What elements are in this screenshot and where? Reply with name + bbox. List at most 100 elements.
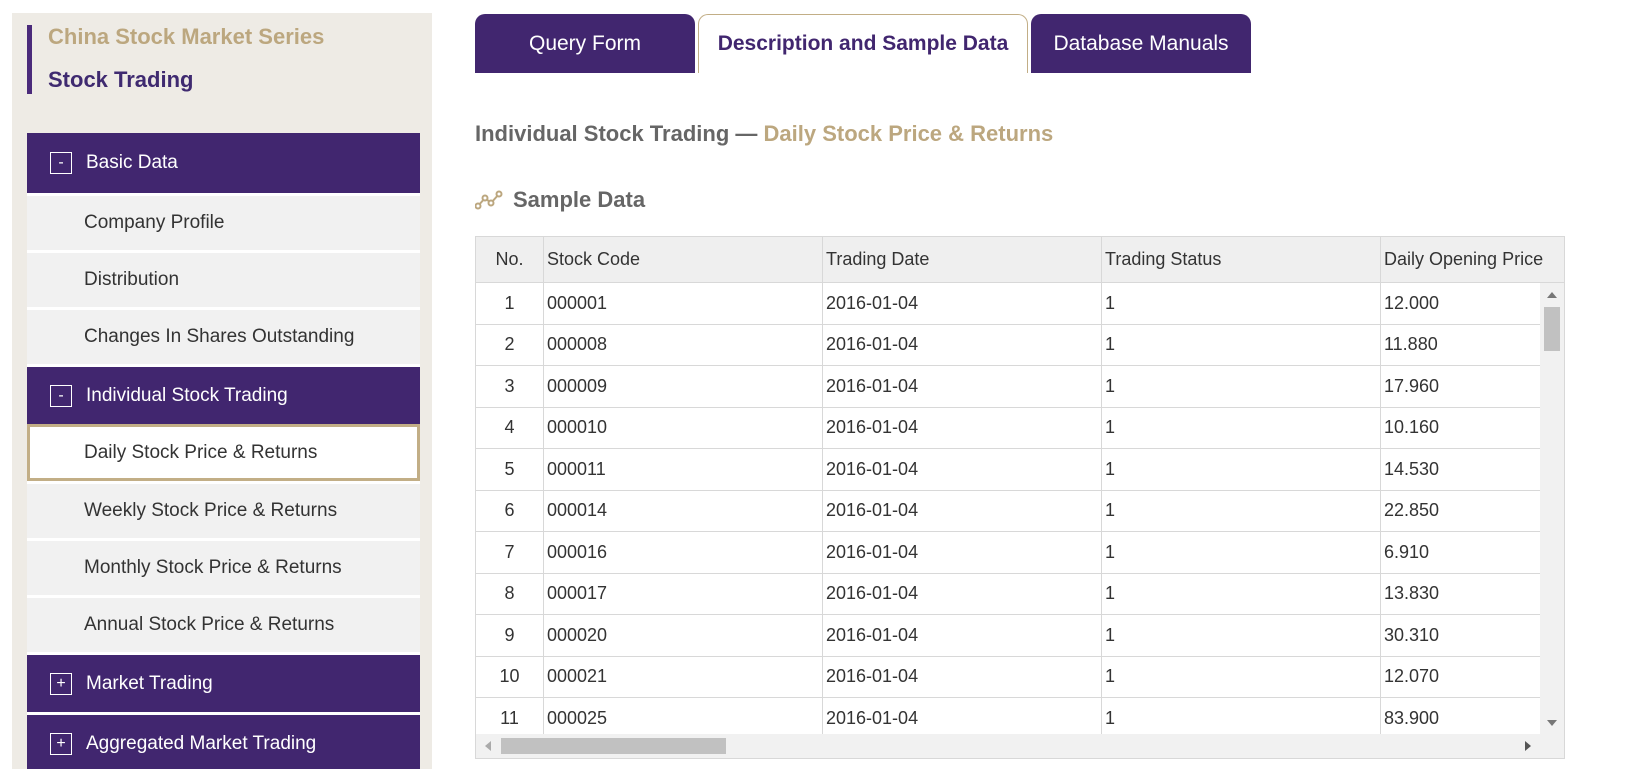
- sidebar-item-changes-in-shares[interactable]: Changes In Shares Outstanding: [27, 307, 420, 364]
- collapse-icon[interactable]: -: [50, 384, 72, 407]
- sidebar-item-distribution[interactable]: Distribution: [27, 250, 420, 307]
- table-cell: 000001: [544, 283, 823, 324]
- table-cell: 000014: [544, 490, 823, 531]
- table-cell: 2016-01-04: [823, 615, 1102, 656]
- table-cell: 4: [476, 407, 544, 448]
- horizontal-scrollbar[interactable]: [476, 734, 1564, 758]
- table-row: 7 000016 2016-01-04 1 6.910: [476, 532, 1540, 574]
- vertical-scroll-thumb[interactable]: [1544, 307, 1560, 351]
- table-cell: 10: [476, 656, 544, 697]
- table-body[interactable]: 1 000001 2016-01-04 1 12.000 2 000008 2016-01-0…: [476, 283, 1540, 735]
- column-header-no: No.: [476, 237, 544, 282]
- tab-database-manuals[interactable]: Database Manuals: [1031, 14, 1251, 73]
- table-cell: 000016: [544, 532, 823, 573]
- table-cell: 12.070: [1384, 666, 1440, 687]
- table-cell: 000009: [544, 366, 823, 407]
- menu-group-basic-data[interactable]: - Basic Data: [27, 133, 420, 193]
- vertical-scrollbar[interactable]: [1540, 283, 1564, 735]
- table-cell: 1: [1102, 490, 1381, 531]
- table-row: 2 000008 2016-01-04 1 11.880: [476, 324, 1540, 366]
- series-accent-bar: [27, 25, 32, 94]
- table-cell: 13.830: [1384, 583, 1440, 604]
- scroll-up-icon[interactable]: [1547, 292, 1557, 298]
- column-header-stock-code: Stock Code: [544, 237, 823, 282]
- trend-line-icon: [475, 190, 503, 210]
- scroll-left-icon[interactable]: [485, 741, 491, 751]
- table-cell: 22.850: [1384, 500, 1440, 521]
- table-cell: 000025: [544, 698, 823, 735]
- collapse-icon[interactable]: -: [50, 152, 72, 174]
- table-cell: 2016-01-04: [823, 283, 1102, 324]
- column-header-daily-opening-price: Daily Opening Price: [1384, 249, 1544, 269]
- table-header: No. Stock Code Trading Date Trading Stat…: [476, 237, 1564, 283]
- series-title[interactable]: China Stock Market Series: [48, 24, 324, 50]
- expand-icon[interactable]: +: [50, 732, 72, 755]
- tab-description-sample-data[interactable]: Description and Sample Data: [698, 14, 1028, 73]
- tab-query-form[interactable]: Query Form: [475, 14, 695, 73]
- table-cell: 1: [1102, 615, 1381, 656]
- horizontal-scroll-thumb[interactable]: [501, 738, 726, 754]
- table-cell: 1: [1102, 532, 1381, 573]
- expand-icon[interactable]: +: [50, 672, 72, 695]
- table-cell: 000008: [544, 324, 823, 365]
- page-title-prefix: Individual Stock Trading —: [475, 121, 758, 146]
- sidebar-item-annual-stock-price[interactable]: Annual Stock Price & Returns: [27, 595, 420, 652]
- sample-data-heading: Sample Data: [475, 187, 645, 213]
- table-cell: 2016-01-04: [823, 490, 1102, 531]
- table-cell: 2016-01-04: [823, 532, 1102, 573]
- sidebar-item-monthly-stock-price[interactable]: Monthly Stock Price & Returns: [27, 538, 420, 595]
- table-cell: 1: [1102, 324, 1381, 365]
- table-cell: 2016-01-04: [823, 656, 1102, 697]
- table-cell: 10.160: [1384, 417, 1440, 438]
- table-cell: 1: [476, 283, 544, 324]
- menu-group-label: Market Trading: [86, 672, 213, 694]
- menu-group-individual-stock-trading[interactable]: - Individual Stock Trading: [27, 364, 420, 424]
- table-row: 8 000017 2016-01-04 1 13.830: [476, 573, 1540, 615]
- table-cell: 17.960: [1384, 375, 1440, 396]
- scroll-right-icon[interactable]: [1525, 741, 1531, 751]
- page-title-accent: Daily Stock Price & Returns: [763, 121, 1054, 146]
- sidebar-item-daily-stock-price[interactable]: Daily Stock Price & Returns: [27, 424, 420, 481]
- sidebar-item-company-profile[interactable]: Company Profile: [27, 193, 420, 250]
- menu-group-label: Aggregated Market Trading: [86, 732, 317, 754]
- sidebar-item-weekly-stock-price[interactable]: Weekly Stock Price & Returns: [27, 481, 420, 538]
- table-row: 11 000025 2016-01-04 1 83.900: [476, 698, 1540, 735]
- table-cell: 000021: [544, 656, 823, 697]
- menu-group-label: Basic Data: [86, 152, 178, 173]
- column-header-trading-date: Trading Date: [823, 237, 1102, 282]
- table-cell: 1: [1102, 407, 1381, 448]
- table-cell: 2016-01-04: [823, 366, 1102, 407]
- table-cell: 2016-01-04: [823, 698, 1102, 735]
- table-cell: 9: [476, 615, 544, 656]
- table-row: 9 000020 2016-01-04 1 30.310: [476, 615, 1540, 657]
- scroll-down-icon[interactable]: [1547, 720, 1557, 726]
- table-cell: 6: [476, 490, 544, 531]
- table-cell: 7: [476, 532, 544, 573]
- table-cell: 2016-01-04: [823, 573, 1102, 614]
- table-cell: 11.880: [1384, 334, 1438, 355]
- table-row: 10 000021 2016-01-04 1 12.070: [476, 656, 1540, 698]
- menu-group-market-trading[interactable]: + Market Trading: [27, 652, 420, 712]
- table-cell: 1: [1102, 283, 1381, 324]
- column-header-trading-status: Trading Status: [1102, 237, 1381, 282]
- sidebar-menu: - Basic Data Company Profile Distributio…: [27, 133, 420, 769]
- table-row: 4 000010 2016-01-04 1 10.160: [476, 407, 1540, 449]
- table-cell: 6.910: [1384, 541, 1430, 562]
- table-cell: 8: [476, 573, 544, 614]
- table-cell: 2016-01-04: [823, 324, 1102, 365]
- table-cell: 1: [1102, 656, 1381, 697]
- sample-data-table: No. Stock Code Trading Date Trading Stat…: [475, 236, 1565, 759]
- table-row: 3 000009 2016-01-04 1 17.960: [476, 366, 1540, 408]
- table-cell: 000011: [544, 449, 823, 490]
- page-title: Individual Stock Trading — Daily Stock P…: [475, 121, 1053, 147]
- table-cell: 2: [476, 324, 544, 365]
- table-cell: 000020: [544, 615, 823, 656]
- sample-data-label: Sample Data: [513, 187, 646, 212]
- table-cell: 11: [476, 698, 544, 735]
- series-subtitle[interactable]: Stock Trading: [48, 67, 193, 93]
- tab-bar: Query Form Description and Sample Data D…: [475, 14, 1254, 73]
- table-row: 5 000011 2016-01-04 1 14.530: [476, 449, 1540, 491]
- table-cell: 1: [1102, 698, 1381, 735]
- menu-group-aggregated-market-trading[interactable]: + Aggregated Market Trading: [27, 712, 420, 769]
- table-cell: 000010: [544, 407, 823, 448]
